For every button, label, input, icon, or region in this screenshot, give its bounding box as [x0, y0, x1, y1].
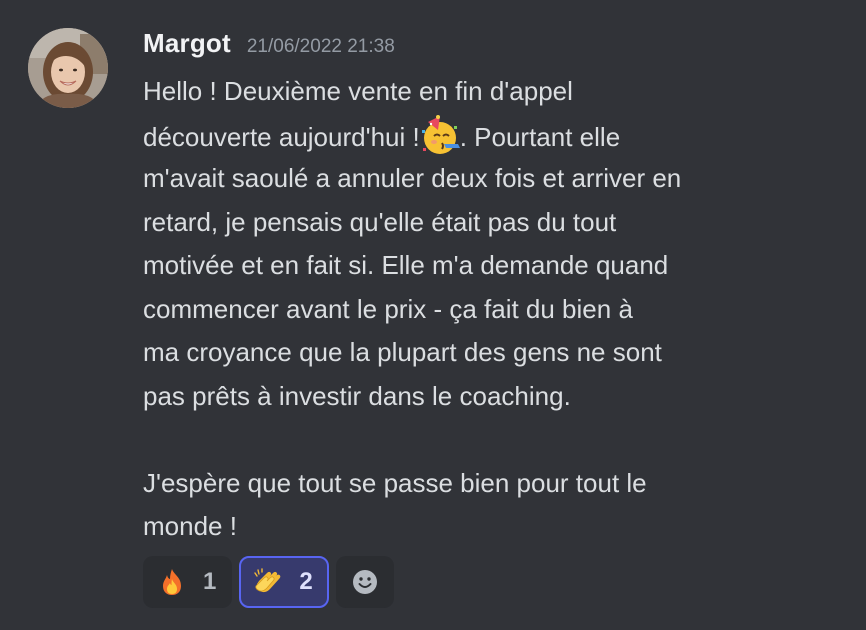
reaction-clap[interactable]: 2	[239, 556, 329, 608]
partying-face-icon[interactable]	[418, 114, 462, 158]
reaction-count: 1	[203, 568, 217, 595]
message-line: ma croyance que la plupart des gens ne s…	[143, 337, 662, 367]
message-text: découverte aujourd'hui !	[143, 121, 420, 152]
clapping-hands-icon	[253, 567, 283, 597]
reaction-count: 2	[299, 568, 313, 595]
message-line: m'avait saoulé a annuler deux fois et ar…	[143, 163, 682, 193]
reactions-bar: 1 2	[143, 556, 394, 608]
message-line: J'espère que tout se passe bien pour tou…	[143, 467, 647, 498]
message-content: Hello ! Deuxième vente en fin d'appel dé…	[143, 70, 833, 549]
smiley-add-icon	[352, 570, 377, 594]
message-line: monde !	[143, 511, 237, 541]
reaction-fire[interactable]: 1	[143, 556, 233, 608]
message-line: motivée et en fait si. Elle m'a demande …	[143, 250, 669, 280]
avatar-photo	[28, 28, 108, 108]
fire-icon	[157, 567, 187, 597]
timestamp[interactable]: 21/06/2022 21:38	[247, 36, 395, 58]
message-line: commencer avant le prix - ça fait du bie…	[143, 293, 633, 324]
message-line: pas prêts à investir dans le coaching.	[143, 380, 571, 411]
add-reaction-button[interactable]	[335, 556, 394, 608]
message-text: . Pourtant elle	[459, 121, 621, 152]
username[interactable]: Margot	[143, 28, 231, 59]
message-line: retard, je pensais qu'elle était pas du …	[143, 206, 617, 237]
message-line: Hello ! Deuxième vente en fin d'appel	[143, 76, 573, 106]
message-header: Margot 21/06/2022 21:38	[143, 28, 395, 64]
chat-message: Margot 21/06/2022 21:38 Hello ! Deuxième…	[0, 0, 866, 630]
avatar[interactable]	[28, 28, 108, 108]
message-line: découverte aujourd'hui ! . Pourtant elle	[143, 114, 833, 158]
